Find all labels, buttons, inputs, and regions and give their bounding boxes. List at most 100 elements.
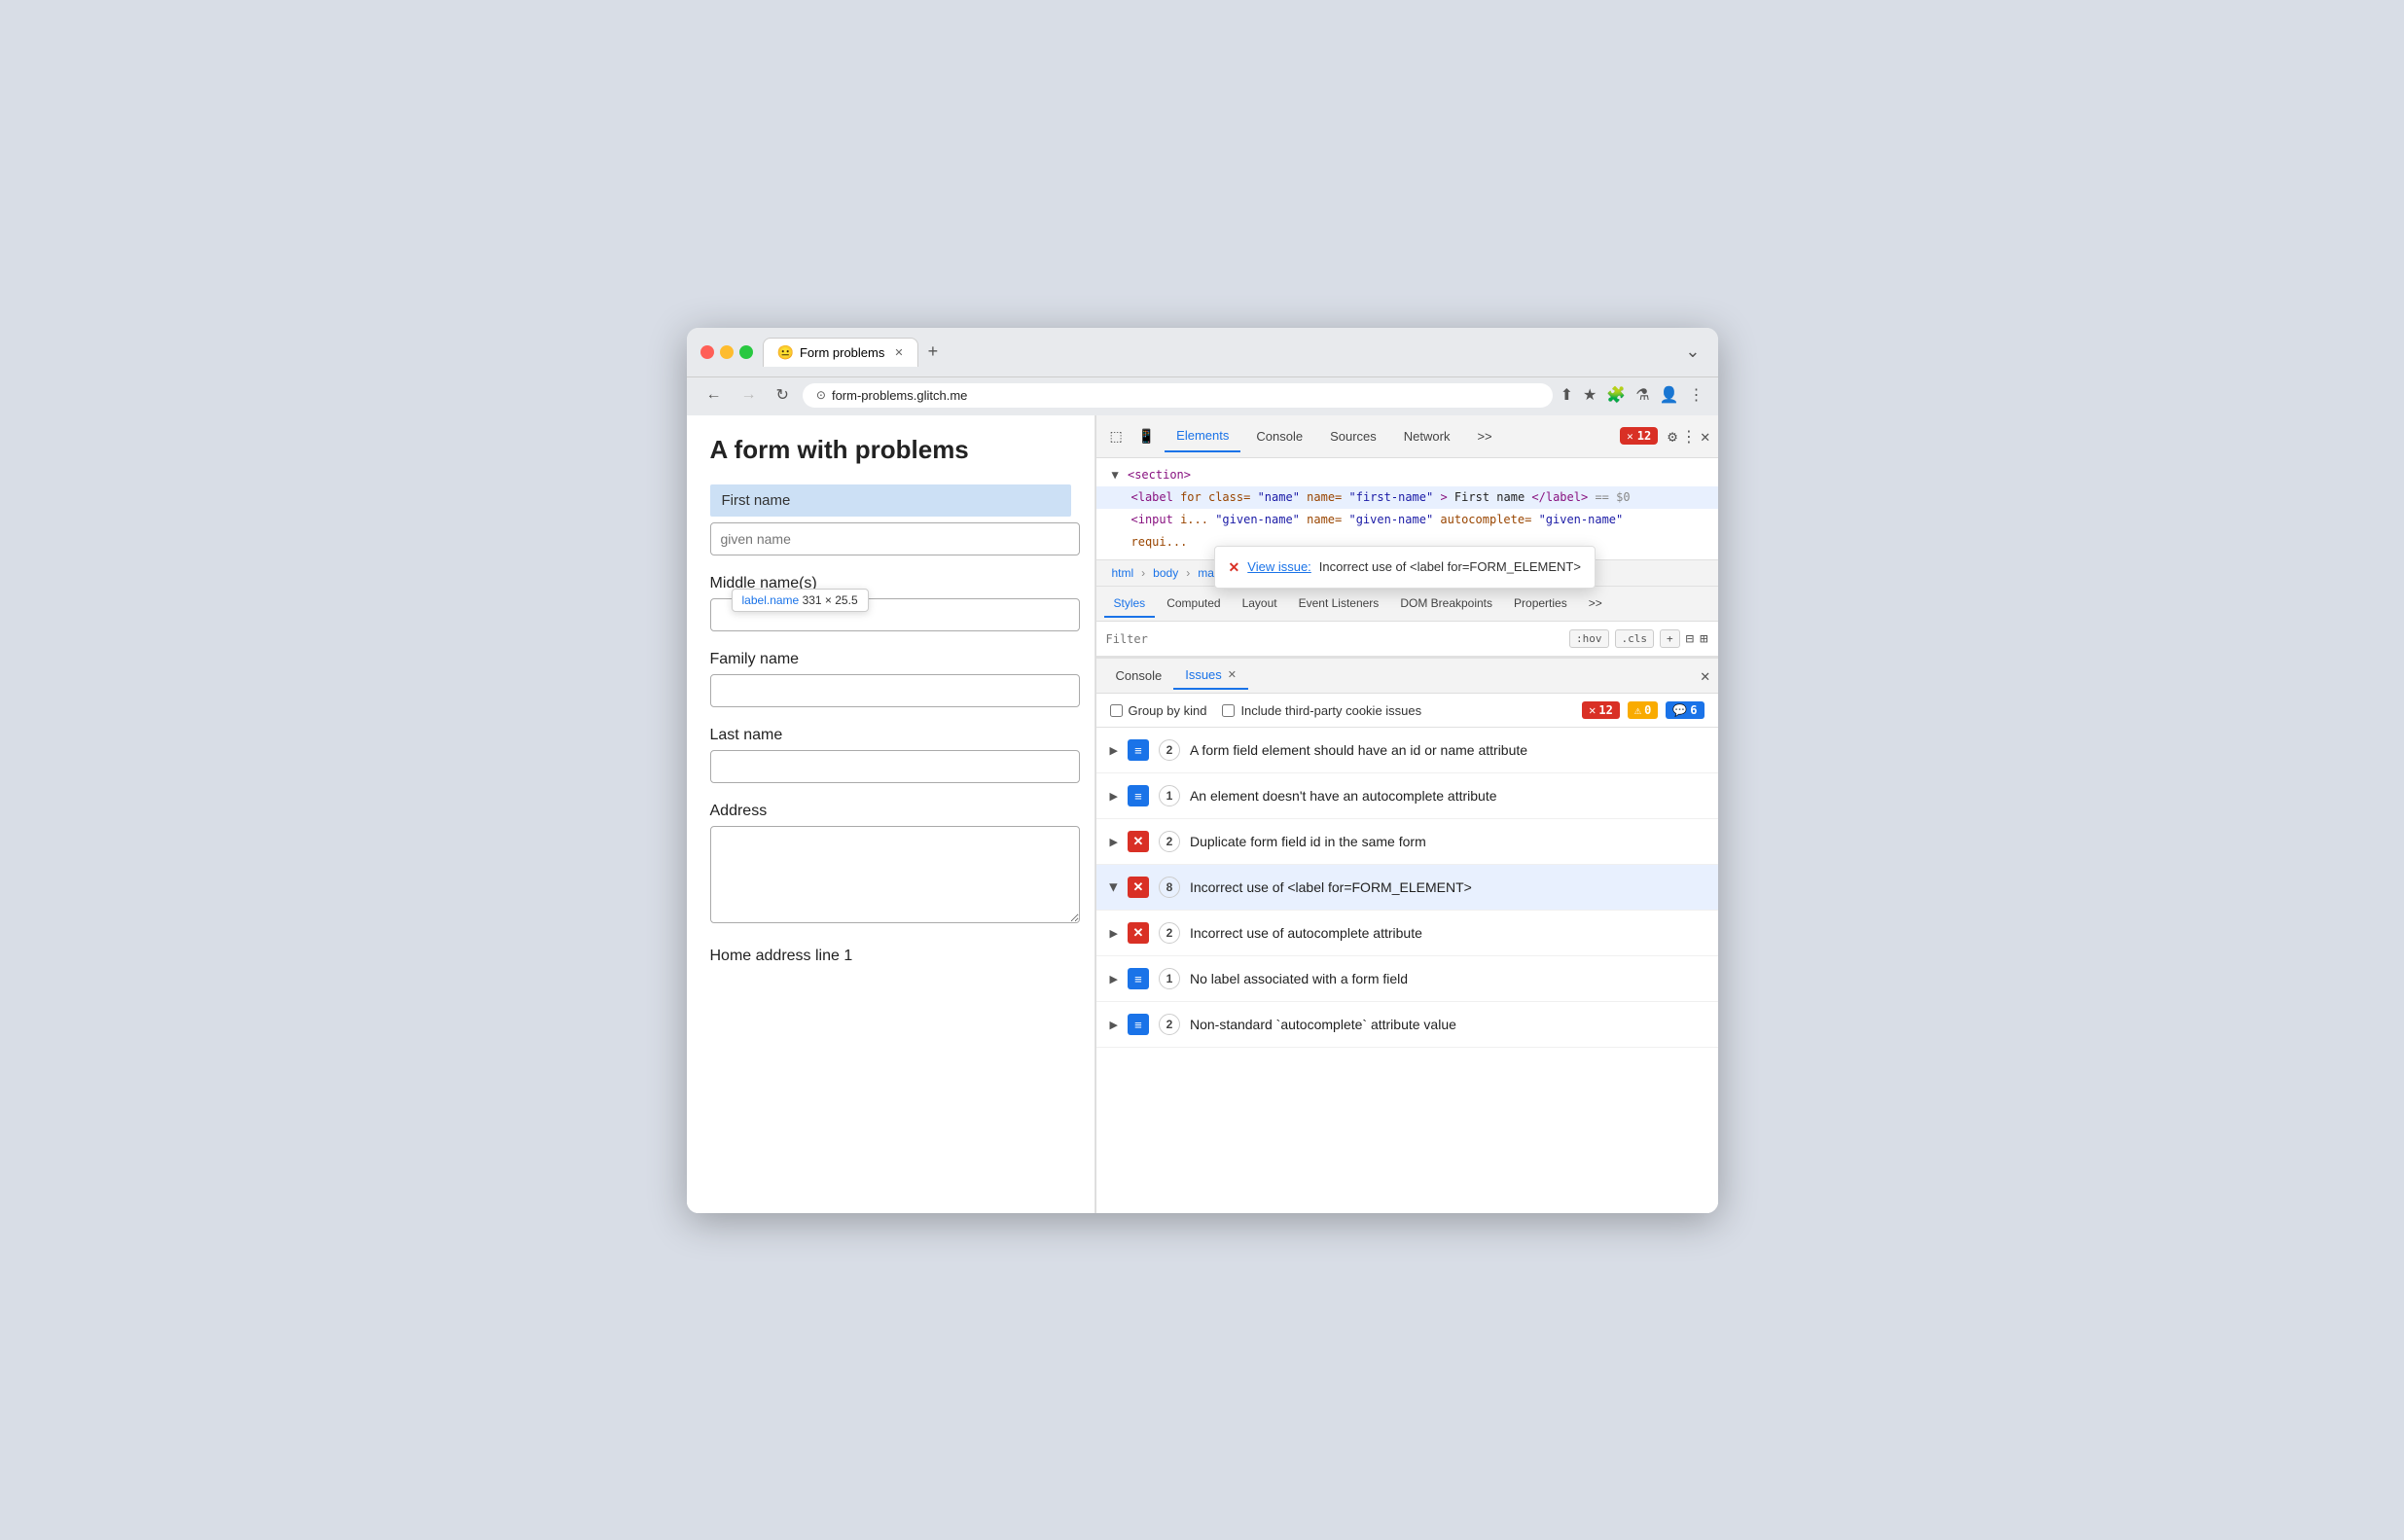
error-badge-x: ✕ bbox=[1589, 703, 1596, 717]
styles-tabs: Styles Computed Layout Event Listeners D… bbox=[1096, 587, 1718, 622]
family-name-input[interactable] bbox=[710, 674, 1080, 707]
browser-tab[interactable]: 😐 Form problems ✕ bbox=[763, 338, 918, 367]
error-badge-num: 12 bbox=[1598, 703, 1612, 717]
back-button[interactable]: ← bbox=[700, 384, 728, 406]
tab-close-button[interactable]: ✕ bbox=[894, 346, 903, 359]
issue-icon-red-3: ✕ bbox=[1128, 831, 1149, 852]
tab-sources[interactable]: Sources bbox=[1318, 421, 1388, 451]
html-val-given2: "given-name" bbox=[1348, 513, 1440, 526]
group-by-kind-input[interactable] bbox=[1110, 704, 1123, 717]
group-by-kind-checkbox[interactable]: Group by kind bbox=[1110, 703, 1207, 718]
bc-body[interactable]: body bbox=[1147, 564, 1184, 582]
html-attr-autocomplete: autocomplete= bbox=[1440, 513, 1531, 526]
filter-buttons: :hov .cls + ⊟ ⊞ bbox=[1569, 629, 1708, 648]
inspect-button[interactable]: ⬚ bbox=[1104, 424, 1129, 448]
issues-list: ▶ ≡ 2 A form field element should have a… bbox=[1096, 728, 1718, 1212]
bottom-tab-issues[interactable]: Issues ✕ bbox=[1173, 662, 1248, 690]
new-tab-button[interactable]: + bbox=[920, 338, 947, 366]
expand-triangle[interactable]: ▼ bbox=[1112, 468, 1119, 482]
issue-count-7: 2 bbox=[1159, 1014, 1180, 1035]
issue-row-3[interactable]: ▶ ✕ 2 Duplicate form field id in the sam… bbox=[1096, 819, 1718, 865]
home-address-section: Home address line 1 bbox=[710, 948, 1071, 965]
first-name-input[interactable] bbox=[710, 522, 1080, 555]
html-attr-class: class= bbox=[1208, 490, 1250, 504]
third-party-checkbox[interactable]: Include third-party cookie issues bbox=[1222, 703, 1421, 718]
devtools-toolbar: ⬚ 📱 Elements Console Sources Network >> … bbox=[1096, 415, 1718, 458]
close-traffic-light[interactable] bbox=[700, 345, 714, 359]
reload-button[interactable]: ↻ bbox=[771, 383, 795, 407]
html-line-required: requi... ✕ View issue: Incorrect use of … bbox=[1096, 531, 1718, 554]
cls-button[interactable]: .cls bbox=[1615, 629, 1655, 648]
html-line-label[interactable]: <label for class= "name" name= "first-na… bbox=[1096, 486, 1718, 509]
tab-more[interactable]: >> bbox=[1465, 421, 1503, 451]
expand-arrow-1[interactable]: ▶ bbox=[1110, 744, 1118, 757]
url-bar[interactable]: ⊙ form-problems.glitch.me bbox=[803, 383, 1553, 408]
bookmark-icon[interactable]: ★ bbox=[1583, 385, 1597, 405]
devtools-more-icon[interactable]: ⋮ bbox=[1681, 427, 1697, 446]
issue-row-6[interactable]: ▶ ≡ 1 No label associated with a form fi… bbox=[1096, 956, 1718, 1002]
expand-arrow-5[interactable]: ▶ bbox=[1110, 927, 1118, 940]
tab-computed[interactable]: Computed bbox=[1157, 591, 1230, 618]
bottom-tab-console[interactable]: Console bbox=[1104, 663, 1174, 689]
styles-filter-input[interactable] bbox=[1106, 632, 1562, 646]
security-icon: ⊙ bbox=[816, 388, 826, 402]
issues-tab-close[interactable]: ✕ bbox=[1228, 668, 1237, 681]
issue-label-3: Duplicate form field id in the same form bbox=[1190, 834, 1704, 849]
tab-menu-button[interactable]: ⌄ bbox=[1681, 338, 1704, 366]
devtools-close-button[interactable]: ✕ bbox=[1701, 427, 1710, 446]
hov-button[interactable]: :hov bbox=[1569, 629, 1609, 648]
device-button[interactable]: 📱 bbox=[1132, 424, 1161, 448]
issue-row-1[interactable]: ▶ ≡ 2 A form field element should have a… bbox=[1096, 728, 1718, 773]
address-bar: ← → ↻ ⊙ form-problems.glitch.me ⬆ ★ 🧩 ⚗ … bbox=[687, 377, 1718, 415]
toolbar-icons: ⬆ ★ 🧩 ⚗ 👤 ⋮ bbox=[1561, 385, 1704, 405]
html-attr-i: i... bbox=[1180, 513, 1215, 526]
expand-arrow-3[interactable]: ▶ bbox=[1110, 836, 1118, 848]
issue-row-2[interactable]: ▶ ≡ 1 An element doesn't have an autocom… bbox=[1096, 773, 1718, 819]
warning-badge-icon: ⚠ bbox=[1634, 703, 1641, 717]
tab-styles-more[interactable]: >> bbox=[1579, 591, 1612, 618]
tab-elements[interactable]: Elements bbox=[1165, 420, 1240, 452]
new-style-icon[interactable]: ⊞ bbox=[1700, 631, 1707, 647]
more-icon[interactable]: ⋮ bbox=[1689, 385, 1704, 405]
html-line-section: ▼ <section> bbox=[1096, 464, 1718, 486]
last-name-input[interactable] bbox=[710, 750, 1080, 783]
popup-view-issue-link[interactable]: View issue: bbox=[1247, 557, 1311, 578]
expand-arrow-7[interactable]: ▶ bbox=[1110, 1019, 1118, 1031]
third-party-input[interactable] bbox=[1222, 704, 1235, 717]
computed-view-icon[interactable]: ⊟ bbox=[1686, 631, 1694, 647]
share-icon[interactable]: ⬆ bbox=[1561, 385, 1573, 405]
tab-console[interactable]: Console bbox=[1244, 421, 1314, 451]
profile-icon[interactable]: 👤 bbox=[1660, 385, 1679, 405]
tab-properties[interactable]: Properties bbox=[1504, 591, 1577, 618]
first-name-section: First name bbox=[710, 484, 1071, 555]
tab-event-listeners[interactable]: Event Listeners bbox=[1289, 591, 1389, 618]
tab-styles[interactable]: Styles bbox=[1104, 591, 1156, 618]
issue-label-5: Incorrect use of autocomplete attribute bbox=[1190, 925, 1704, 941]
expand-arrow-4[interactable]: ▶ bbox=[1107, 883, 1120, 891]
extension-icon[interactable]: 🧩 bbox=[1606, 385, 1626, 405]
bottom-panel-close[interactable]: ✕ bbox=[1701, 666, 1710, 685]
html-tag-label: <label bbox=[1131, 490, 1181, 504]
html-panel: ▼ <section> <label for class= "name" nam… bbox=[1096, 458, 1718, 561]
bc-html[interactable]: html bbox=[1106, 564, 1140, 582]
tab-layout[interactable]: Layout bbox=[1233, 591, 1287, 618]
expand-arrow-6[interactable]: ▶ bbox=[1110, 973, 1118, 985]
add-style-button[interactable]: + bbox=[1660, 629, 1680, 648]
issue-row-5[interactable]: ▶ ✕ 2 Incorrect use of autocomplete attr… bbox=[1096, 911, 1718, 956]
forward-button[interactable]: → bbox=[736, 384, 763, 406]
tab-network[interactable]: Network bbox=[1392, 421, 1462, 451]
tab-dom-breakpoints[interactable]: DOM Breakpoints bbox=[1390, 591, 1502, 618]
settings-icon[interactable]: ⚙ bbox=[1668, 427, 1677, 446]
address-textarea[interactable] bbox=[710, 826, 1080, 923]
html-tag-label-close: > bbox=[1440, 490, 1447, 504]
issue-icon-blue-7: ≡ bbox=[1128, 1014, 1149, 1035]
issue-row-4[interactable]: ▶ ✕ 8 Incorrect use of <label for=FORM_E… bbox=[1096, 865, 1718, 911]
main-content: label.name 331 × 25.5 A form with proble… bbox=[687, 415, 1718, 1213]
error-count-badge[interactable]: ✕ 12 bbox=[1620, 427, 1658, 445]
minimize-traffic-light[interactable] bbox=[720, 345, 734, 359]
lab-icon[interactable]: ⚗ bbox=[1635, 385, 1649, 405]
issue-row-7[interactable]: ▶ ≡ 2 Non-standard `autocomplete` attrib… bbox=[1096, 1002, 1718, 1048]
maximize-traffic-light[interactable] bbox=[739, 345, 753, 359]
expand-arrow-2[interactable]: ▶ bbox=[1110, 790, 1118, 803]
devtools-split: ⬚ 📱 Elements Console Sources Network >> … bbox=[1096, 415, 1718, 1213]
